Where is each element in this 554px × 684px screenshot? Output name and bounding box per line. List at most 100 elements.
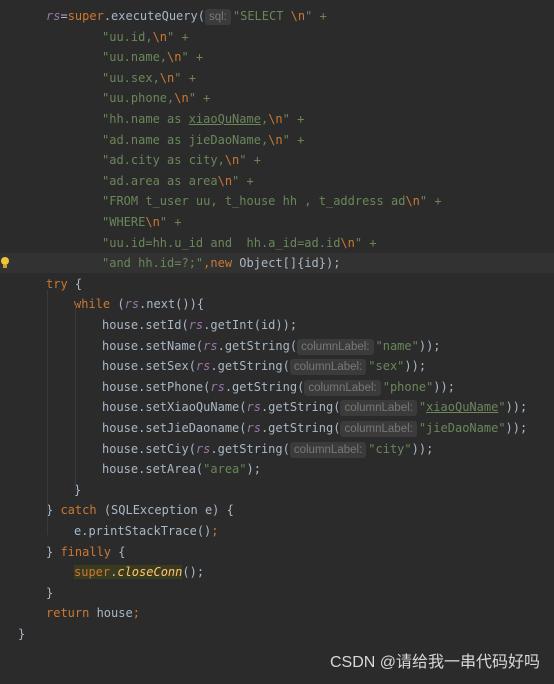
code-line[interactable]: while (rs.next()){ <box>0 294 554 314</box>
code-text: house.setArea("area"); <box>102 459 261 479</box>
parameter-hint: columnLabel: <box>340 400 417 417</box>
code-token: "hh.name as <box>102 112 189 126</box>
code-token: \n <box>159 70 175 85</box>
code-line[interactable]: "WHERE\n" + <box>0 212 554 232</box>
code-text: } catch (SQLException e) { <box>46 500 234 520</box>
code-text: } finally { <box>46 542 125 562</box>
code-token: " + <box>159 215 182 229</box>
code-token: "uu.name, <box>102 50 168 65</box>
code-token: ; <box>132 606 140 621</box>
code-token: )); <box>411 441 434 456</box>
code-line[interactable]: "uu.phone,\n" + <box>0 88 554 108</box>
code-token: "ad.name as jieDaoName, <box>102 132 269 147</box>
code-token: " + <box>305 9 327 23</box>
lightbulb-icon[interactable] <box>0 256 10 270</box>
code-token: rs <box>46 9 61 23</box>
code-token: house.setArea( <box>102 462 204 477</box>
code-token: xiaoQuName <box>426 400 499 415</box>
code-token: rs <box>195 359 211 374</box>
code-text: "uu.phone,\n" + <box>102 88 210 108</box>
code-line[interactable]: house.setXiaoQuName(rs.getString(columnL… <box>0 397 554 417</box>
code-token: finally <box>60 544 119 559</box>
code-line[interactable]: house.setCiy(rs.getString(columnLabel: "c… <box>0 439 554 459</box>
code-line[interactable]: "ad.name as jieDaoName,\n" + <box>0 130 554 150</box>
code-line[interactable]: house.setId(rs.getInt(id)); <box>0 315 554 335</box>
code-token: "sex" <box>368 359 405 374</box>
code-token: "SELECT <box>232 9 291 23</box>
parameter-hint: sql: <box>204 9 231 25</box>
code-text: "ad.name as jieDaoName,\n" + <box>102 130 304 150</box>
code-text: "hh.name as xiaoQuName,\n" + <box>102 109 304 129</box>
code-line[interactable]: house.setName(rs.getString(columnLabel: "… <box>0 336 554 356</box>
code-line[interactable]: "hh.name as xiaoQuName,\n" + <box>0 109 554 129</box>
code-text: rs=super.executeQuery(sql: "SELECT \n" + <box>46 6 327 26</box>
code-text: try { <box>46 274 82 294</box>
code-token: xiaoQuName <box>188 112 261 126</box>
code-line[interactable]: } <box>0 624 554 644</box>
watermark: CSDN @请给我一串代码好吗 <box>329 654 540 671</box>
parameter-hint: columnLabel: <box>289 441 367 458</box>
code-token: house.setCiy( <box>102 441 196 456</box>
code-line[interactable]: try { <box>0 274 554 294</box>
code-text: } <box>18 624 25 644</box>
code-text: "uu.id=hh.u_id and hh.a_id=ad.id\n" + <box>102 233 377 253</box>
code-token: \n <box>152 29 168 44</box>
code-token: house.setPhone( <box>102 379 211 394</box>
code-token: rs <box>203 338 218 353</box>
code-token: \n <box>167 50 182 65</box>
code-token: \n <box>268 132 283 147</box>
code-line[interactable]: super.closeConn(); <box>0 562 554 582</box>
code-line[interactable]: "ad.area as area\n" + <box>0 171 554 191</box>
code-token: "area" <box>203 462 247 477</box>
code-token: } <box>46 503 61 518</box>
code-line[interactable]: house.setJieDaoname(rs.getString(columnL… <box>0 418 554 438</box>
code-line[interactable]: } <box>0 480 554 500</box>
code-line[interactable]: "FROM t_user uu, t_house hh , t_address … <box>0 191 554 211</box>
code-token: "jieDaoName" <box>418 421 506 435</box>
code-text: house.setCiy(rs.getString(columnLabel: "c… <box>102 439 433 459</box>
code-line[interactable]: "uu.id,\n" + <box>0 27 554 47</box>
code-token: } <box>18 627 26 641</box>
code-text: "uu.name,\n" + <box>102 47 203 67</box>
code-line[interactable]: "uu.sex,\n" + <box>0 68 554 88</box>
code-token: .getString( <box>217 338 298 353</box>
code-token: \n <box>224 153 240 168</box>
code-token: " + <box>419 194 442 209</box>
code-token: "name" <box>375 338 419 353</box>
code-token: house.setId( <box>102 318 189 332</box>
code-token: } <box>46 544 61 559</box>
code-line[interactable]: } finally { <box>0 542 554 562</box>
code-line[interactable]: house.setSex(rs.getString(columnLabel: "s… <box>0 356 554 376</box>
code-line[interactable]: e.printStackTrace(); <box>0 521 554 541</box>
indent-guide <box>47 290 48 535</box>
code-token: )); <box>505 421 528 435</box>
code-token: return <box>46 606 97 621</box>
code-token: " + <box>232 173 254 188</box>
parameter-hint: columnLabel: <box>289 359 367 376</box>
code-line[interactable]: house.setArea("area"); <box>0 459 554 479</box>
code-line[interactable]: "ad.city as city,\n" + <box>0 150 554 170</box>
code-line[interactable]: return house; <box>0 603 554 623</box>
code-token: "phone" <box>382 379 434 394</box>
code-text: } <box>46 583 53 603</box>
code-token: Object[]{id}); <box>239 256 341 271</box>
code-token: \n <box>145 215 160 229</box>
code-token: )); <box>433 379 455 394</box>
code-text: "uu.id,\n" + <box>102 27 189 47</box>
code-line[interactable]: house.setPhone(rs.getString(columnLabel:… <box>0 377 554 397</box>
code-token: "FROM t_user uu, t_house hh , t_address … <box>102 194 406 209</box>
code-token: " + <box>174 70 196 85</box>
code-token: "uu.sex, <box>102 70 160 85</box>
code-token: .getString( <box>210 359 290 374</box>
code-line[interactable]: rs=super.executeQuery(sql: "SELECT \n" + <box>0 6 554 26</box>
code-token: .getString( <box>224 379 305 394</box>
code-text: super.closeConn(); <box>74 562 204 582</box>
code-line[interactable]: "uu.name,\n" + <box>0 47 554 67</box>
code-editor[interactable]: rs=super.executeQuery(sql: "SELECT \n" + "… <box>0 0 554 684</box>
code-line[interactable]: } <box>0 583 554 603</box>
code-line[interactable]: } catch (SQLException e) { <box>0 500 554 520</box>
code-text: house.setXiaoQuName(rs.getString(columnL… <box>102 397 527 417</box>
code-token: .getString( <box>260 421 341 435</box>
code-line[interactable]: "uu.id=hh.u_id and hh.a_id=ad.id\n" + <box>0 233 554 253</box>
code-line[interactable]: "and hh.id=?;",new Object[]{id}); <box>0 253 554 274</box>
